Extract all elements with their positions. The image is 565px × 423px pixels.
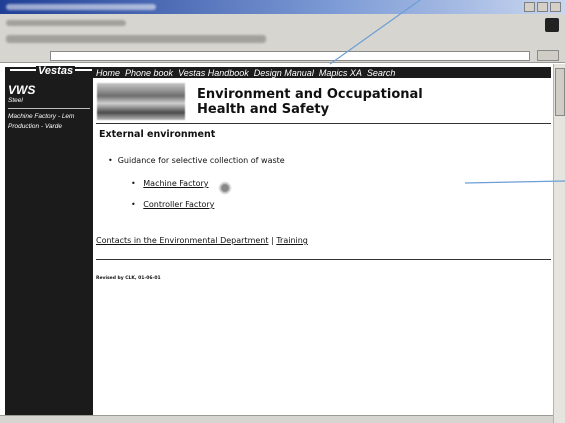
annotation-lines <box>329 0 565 184</box>
annotation-line-right <box>464 180 565 184</box>
annotation-line-top <box>329 0 421 65</box>
